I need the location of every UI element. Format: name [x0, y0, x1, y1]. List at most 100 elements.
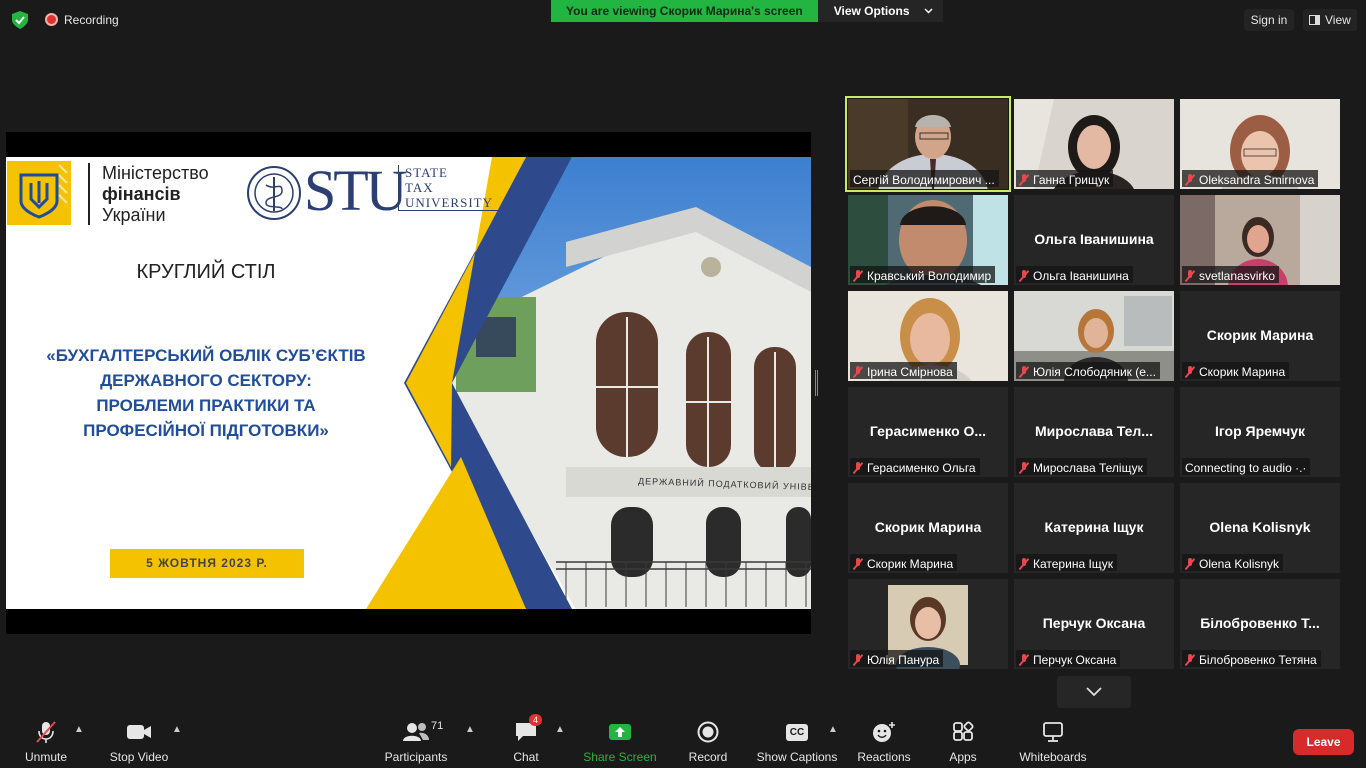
record-button[interactable]: Record: [686, 720, 730, 764]
show-captions-label: Show Captions: [756, 750, 838, 764]
mic-muted-icon: [1019, 269, 1029, 282]
participant-display-name: Olena Kolisnyk: [1209, 519, 1311, 535]
participant-tile[interactable]: Ольга Іванишина Ольга Іванишина: [1014, 195, 1174, 285]
share-screen-icon: [609, 724, 631, 740]
participant-name-label: Скорик Марина: [850, 554, 958, 571]
participant-name: Ірина Смірнова: [867, 364, 953, 379]
participant-name-label: Ольга Іванишина: [1016, 266, 1133, 283]
participant-name: Катерина Іщук: [1033, 556, 1114, 571]
apps-label: Apps: [949, 750, 977, 764]
participant-tile[interactable]: Ірина Смірнова: [848, 291, 1008, 381]
recording-label: Recording: [64, 13, 119, 27]
view-button[interactable]: View: [1303, 9, 1357, 31]
participant-tile[interactable]: Ганна Грищук: [1014, 99, 1174, 189]
unmute-button[interactable]: Unmute: [20, 720, 72, 764]
participant-tile[interactable]: svetlanasvirko: [1180, 195, 1340, 285]
participant-name: Білобровенко Тетяна: [1199, 652, 1317, 667]
participant-display-name: Скорик Марина: [874, 519, 982, 535]
mic-muted-icon: [1019, 173, 1029, 186]
participant-tile[interactable]: Мирослава Тел... Мирослава Теліщук: [1014, 387, 1174, 477]
participant-display-name: Скорик Марина: [1206, 327, 1314, 343]
recording-icon: [45, 13, 58, 26]
sign-in-button[interactable]: Sign in: [1244, 9, 1294, 31]
ministry-line2: фінансів: [102, 184, 181, 204]
gallery-next-page-button[interactable]: [1057, 676, 1131, 708]
mic-muted-icon: [1019, 365, 1029, 378]
participant-display-name: Герасименко О...: [869, 423, 987, 439]
topic-line1: «БУХГАЛТЕРСЬКИЙ ОБЛІК СУБ’ЄКТІВ: [46, 346, 366, 365]
participant-tile[interactable]: Oleksandra Smirnova: [1180, 99, 1340, 189]
participant-tile[interactable]: Юлія Панура: [848, 579, 1008, 669]
participant-tile[interactable]: Білобровенко Т... Білобровенко Тетяна: [1180, 579, 1340, 669]
participant-name: svetlanasvirko: [1199, 268, 1276, 283]
participant-tile[interactable]: Кравський Володимир: [848, 195, 1008, 285]
whiteboards-button[interactable]: Whiteboards: [1016, 720, 1090, 764]
mic-muted-icon: [853, 653, 863, 666]
participant-tile[interactable]: Перчук Оксана Перчук Оксана: [1014, 579, 1174, 669]
participant-tile[interactable]: Герасименко О... Герасименко Ольга: [848, 387, 1008, 477]
stop-video-label: Stop Video: [109, 750, 169, 764]
participant-display-name: Ольга Іванишина: [1034, 231, 1154, 247]
unmute-label: Unmute: [24, 750, 68, 764]
chat-button[interactable]: 4 Chat: [508, 714, 544, 764]
participants-options-caret[interactable]: ▲: [465, 724, 475, 735]
participant-tile[interactable]: Катерина Іщук Катерина Іщук: [1014, 483, 1174, 573]
video-options-caret[interactable]: ▲: [172, 724, 182, 735]
participant-name: Ганна Грищук: [1033, 172, 1110, 187]
participant-display-name: Катерина Іщук: [1044, 519, 1144, 535]
show-captions-button[interactable]: CC Show Captions: [755, 720, 839, 764]
participant-name: Olena Kolisnyk: [1199, 556, 1280, 571]
mic-muted-icon: [1185, 557, 1195, 570]
topic-line2: ДЕРЖАВНОГО СЕКТОРУ:: [100, 371, 312, 390]
stop-video-button[interactable]: Stop Video: [105, 720, 173, 764]
participant-name: Юлія Слободяник (е...: [1033, 364, 1156, 379]
participant-name-label: Катерина Іщук: [1016, 554, 1118, 571]
participant-display-name: Мирослава Тел...: [1035, 423, 1153, 439]
view-options-label: View Options: [833, 4, 910, 18]
participant-name-label: Герасименко Ольга: [850, 458, 980, 475]
split-resize-handle[interactable]: [815, 370, 818, 396]
chat-options-caret[interactable]: ▲: [555, 724, 565, 735]
participant-name: Ольга Іванишина: [1033, 268, 1129, 283]
view-options-button[interactable]: View Options: [817, 0, 943, 22]
participant-name-label: Білобровенко Тетяна: [1182, 650, 1321, 667]
apps-button[interactable]: Apps: [946, 720, 980, 764]
mic-muted-icon: [1019, 461, 1029, 474]
mic-muted-icon: [853, 461, 863, 474]
participant-display-name: Білобровенко Т...: [1200, 615, 1320, 631]
participant-tile[interactable]: Юлія Слободяник (е...: [1014, 291, 1174, 381]
participant-name-label: Мирослава Теліщук: [1016, 458, 1147, 475]
audio-options-caret[interactable]: ▲: [74, 724, 84, 735]
participant-name: Oleksandra Smirnova: [1199, 172, 1315, 187]
zoom-meeting-window: Recording You are viewing Скорик Марина'…: [0, 0, 1366, 768]
participant-tile[interactable]: Скорик Марина Скорик Марина: [1180, 291, 1340, 381]
participant-name: Скорик Марина: [867, 556, 954, 571]
view-label: View: [1325, 13, 1351, 27]
participant-tile[interactable]: Ігор Яремчук Connecting to audio ·.·: [1180, 387, 1340, 477]
participant-name-label: Кравський Володимир: [850, 266, 996, 283]
leave-button[interactable]: Leave: [1293, 729, 1354, 755]
round-table-heading: КРУГЛИЙ СТІЛ: [136, 261, 276, 283]
captions-options-caret[interactable]: ▲: [828, 724, 838, 735]
apps-icon: [953, 721, 974, 741]
shared-screen[interactable]: Міністерство фінансів України STU STATE …: [6, 132, 811, 634]
participant-name-label: Ірина Смірнова: [850, 362, 957, 379]
record-label: Record: [688, 750, 728, 764]
mic-muted-icon: [1185, 269, 1195, 282]
participant-tile[interactable]: Olena Kolisnyk Olena Kolisnyk: [1180, 483, 1340, 573]
reactions-button[interactable]: Reactions: [856, 720, 912, 764]
meeting-toolbar: Unmute ▲ Stop Video ▲ 71 Participants ▲ …: [0, 712, 1366, 768]
participants-button[interactable]: 71 Participants: [382, 720, 450, 764]
participant-name: Герасименко Ольга: [867, 460, 976, 475]
share-screen-button[interactable]: Share Screen: [582, 720, 658, 764]
security-shield-icon[interactable]: [12, 11, 28, 29]
ministry-of-finance-text: Міністерство фінансів України: [102, 163, 209, 226]
participant-tile[interactable]: Скорик Марина Скорик Марина: [848, 483, 1008, 573]
participant-tile[interactable]: Сергій Володимирович ...: [845, 96, 1011, 192]
state-tax-university-text: STATE TAX UNIVERSITY: [398, 165, 498, 211]
reactions-smiley-icon: [873, 722, 895, 742]
participant-name-label: svetlanasvirko: [1182, 266, 1280, 283]
view-grid-icon: [1309, 15, 1320, 25]
chevron-down-icon: [923, 8, 933, 14]
presentation-slide: Міністерство фінансів України STU STATE …: [6, 157, 811, 609]
